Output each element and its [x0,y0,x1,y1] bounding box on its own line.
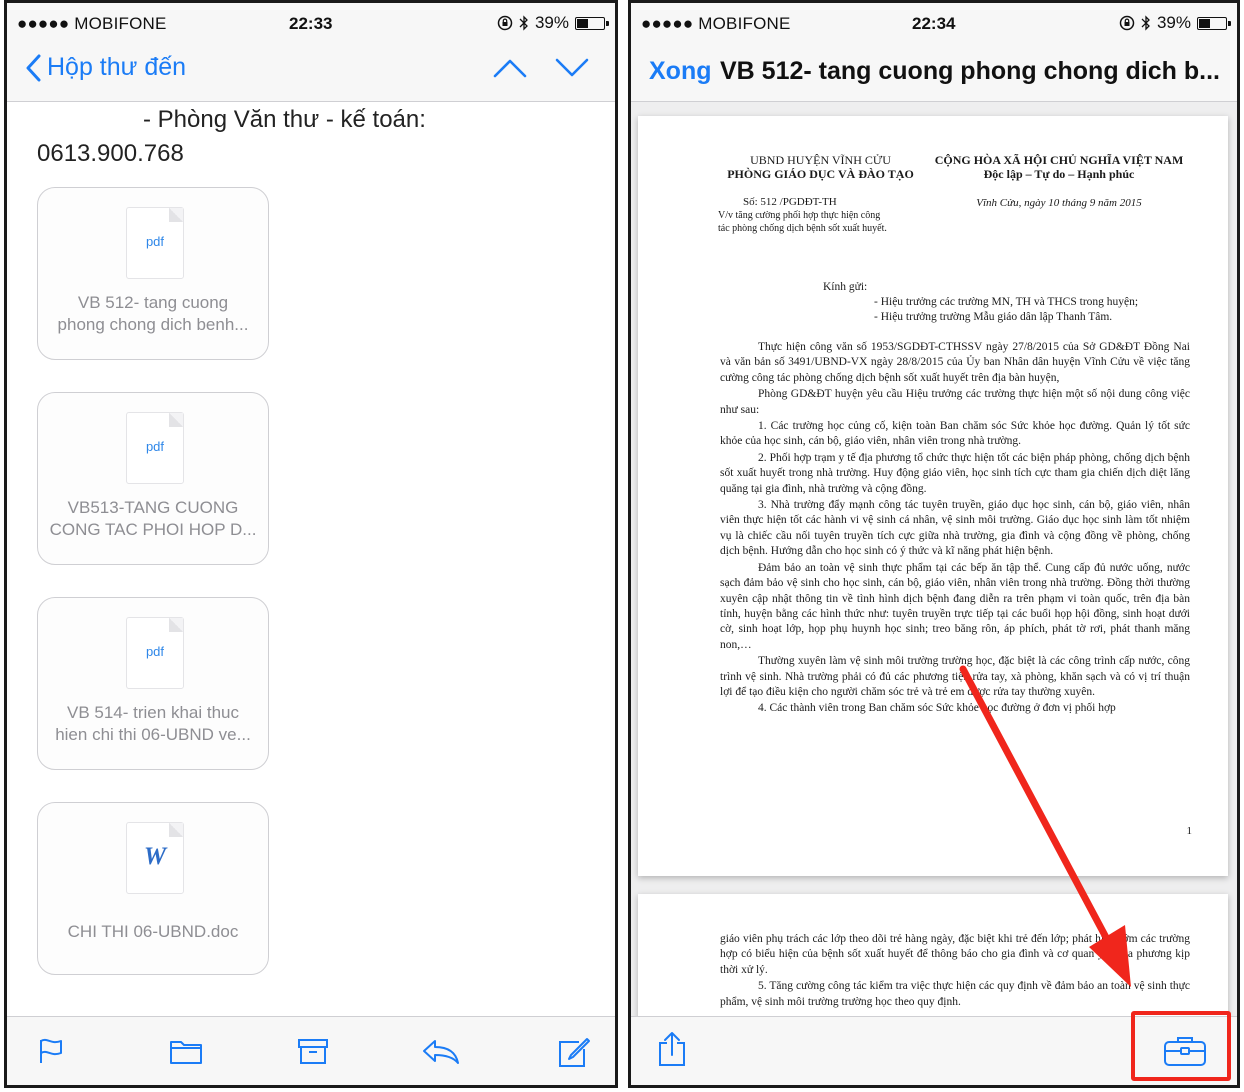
status-right: 39% [1119,13,1231,33]
battery-icon [1197,16,1231,30]
chevron-left-icon [26,54,41,81]
issuing-org: UBND HUYỆN VĨNH CỬU PHÒNG GIÁO DỤC VÀ ĐÀ… [727,153,914,181]
document-body: Thực hiện công văn số 1953/SGDĐT-CTHSSV … [720,341,1190,715]
pdf-file-icon: pdf [127,208,183,278]
rotation-lock-icon [497,15,513,31]
back-label: Hộp thư đến [47,53,187,81]
carrier-label: ●●●●● MOBIFONE [17,14,167,33]
document-number: Số: 512 /PGDĐT-TH V/v tăng cường phối hợ… [718,196,887,234]
national-header: CỘNG HÒA XÃ HỘI CHỦ NGHĨA VIỆT NAM Độc l… [934,153,1184,181]
back-button[interactable]: Hộp thư đến [25,53,186,82]
mail-toolbar [7,1016,615,1085]
word-file-icon: W [127,823,183,893]
attachment-tile[interactable]: pdf VB 514- trien khai thuc hien chi thi … [37,597,269,770]
attachment-name: VB 512- tang cuong phong chong dich benh.… [57,293,249,334]
contact-line: - Phòng Văn thư - kế toán: [143,106,426,133]
viewer-toolbar [631,1011,1237,1085]
battery-percent: 39% [1156,13,1191,32]
bluetooth-icon [519,15,528,31]
attachment-name: VB 514- trien khai thuc hien chi thi 06-U… [55,703,251,744]
message-body: - Phòng Văn thư - kế toán: 0613.900.768 … [7,102,615,1017]
pdf-viewer-screen: ●●●●● MOBIFONE 22:34 39% Xong VB 512- ta… [628,0,1240,1088]
greeting: Kính gửi: [823,281,868,293]
share-icon[interactable] [657,1031,687,1067]
pdf-page: giáo viên phụ trách các lớp theo dõi trẻ… [638,894,1228,1017]
attachment-tile[interactable]: W CHI THI 06-UBND.doc [37,802,269,975]
clock: 22:33 [289,14,333,33]
reply-icon[interactable] [421,1037,461,1065]
viewer-title-bar: Xong VB 512- tang cuong phong chong dich… [631,43,1237,102]
next-message-button[interactable] [555,57,589,79]
attachment-name: VB513-TANG CUONG CONG TAC PHOI HOP D... [49,498,257,539]
pdf-file-icon: pdf [127,618,183,688]
page-number: 1 [1186,825,1193,837]
previous-message-button[interactable] [493,57,527,79]
attachment-tile[interactable]: pdf VB 512- tang cuong phong chong dich b… [37,187,269,360]
bluetooth-icon [1141,15,1150,31]
done-button[interactable]: Xong [649,57,712,86]
navigation-bar: Hộp thư đến [7,43,615,102]
document-title: VB 512- tang cuong phong chong dich b... [720,57,1220,85]
status-right: 39% [497,13,609,33]
carrier-label: ●●●●● MOBIFONE [641,14,791,33]
battery-percent: 39% [534,13,569,32]
place-date: Vĩnh Cửu, ngày 10 tháng 9 năm 2015 [976,197,1142,209]
message-nav [493,57,589,79]
mail-screen: ●●●●● MOBIFONE 22:33 39% Hộp thư đến - P… [4,0,618,1088]
flag-icon[interactable] [37,1037,65,1065]
phone-number[interactable]: 0613.900.768 [37,140,184,168]
status-bar: ●●●●● MOBIFONE 22:34 39% [631,3,1237,43]
recipients: - Hiệu trưởng các trường MN, TH và THCS … [874,296,1139,324]
compose-icon[interactable] [557,1037,591,1069]
status-bar: ●●●●● MOBIFONE 22:33 39% [7,3,615,43]
attachment-name: CHI THI 06-UBND.doc [67,922,239,941]
battery-icon [575,16,609,30]
highlight-box [1131,1011,1231,1081]
document-body: giáo viên phụ trách các lớp theo dõi trẻ… [720,933,1190,1008]
pdf-page: UBND HUYỆN VĨNH CỬU PHÒNG GIÁO DỤC VÀ ĐÀ… [638,116,1228,876]
rotation-lock-icon [1119,15,1135,31]
pdf-file-icon: pdf [127,413,183,483]
archive-icon[interactable] [297,1037,329,1065]
pdf-canvas[interactable]: UBND HUYỆN VĨNH CỬU PHÒNG GIÁO DỤC VÀ ĐÀ… [631,102,1237,1017]
clock: 22:34 [912,14,956,33]
attachment-tile[interactable]: pdf VB513-TANG CUONG CONG TAC PHOI HOP D.… [37,392,269,565]
folder-icon[interactable] [169,1037,203,1065]
